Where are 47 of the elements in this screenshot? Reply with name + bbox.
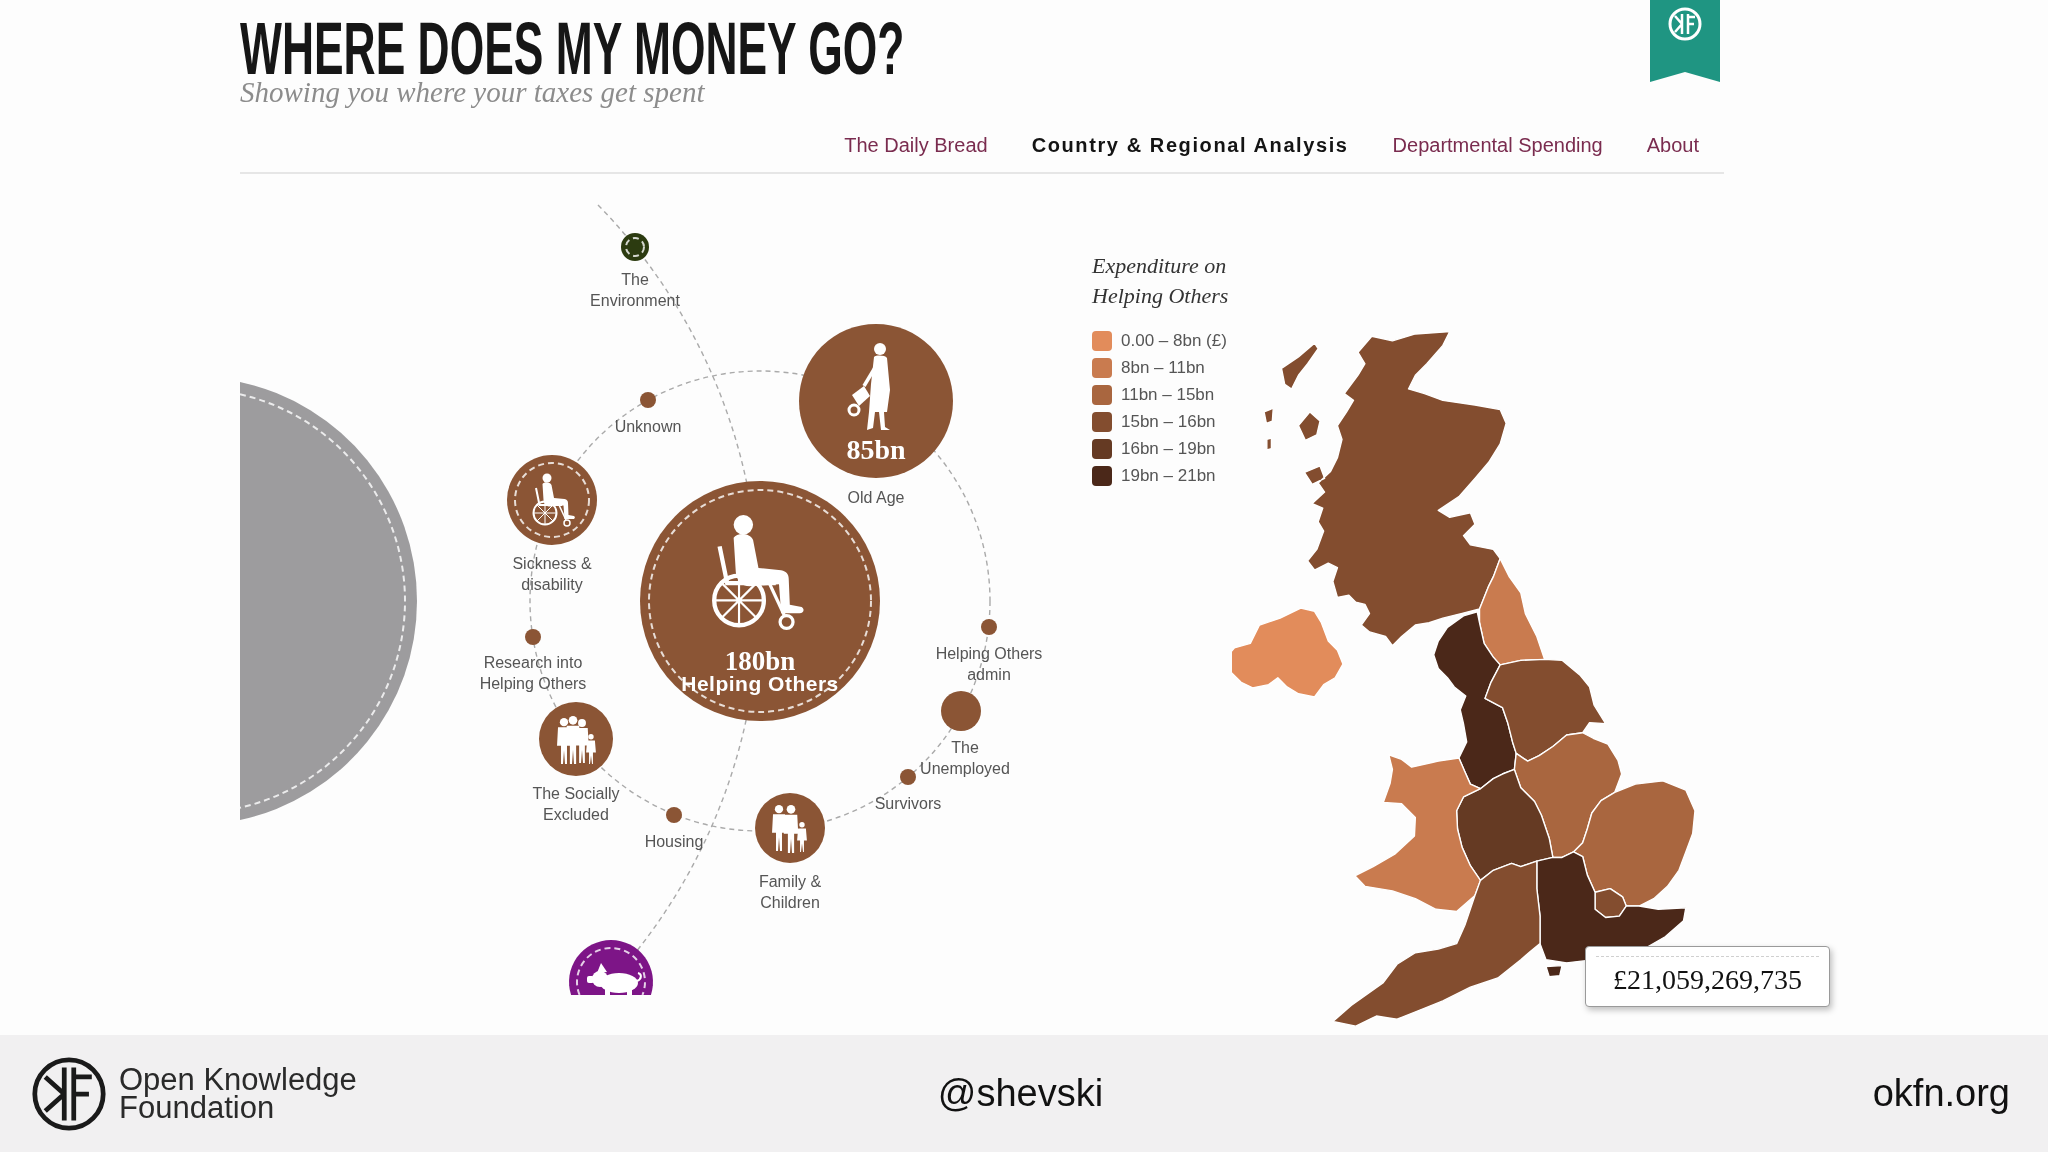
- legend-label: 11bn – 15bn: [1121, 384, 1215, 405]
- legend-label: 19bn – 21bn: [1121, 465, 1216, 486]
- amount-label: 180bn: [724, 648, 796, 674]
- legend-label: 15bn – 16bn: [1121, 411, 1216, 432]
- map-region[interactable]: [1455, 768, 1554, 882]
- map-region[interactable]: [1263, 330, 1507, 647]
- legend-label: 0.00 – 8bn (£): [1121, 330, 1227, 351]
- category-label: Family & Children: [757, 872, 823, 913]
- nav-link[interactable]: Departmental Spending: [1392, 133, 1603, 157]
- category-label: Research into Helping Others: [478, 653, 588, 694]
- map-region[interactable]: [1433, 611, 1517, 790]
- category-label: Housing: [643, 832, 705, 852]
- organisation-name: Open Knowledge Foundation: [119, 1065, 358, 1122]
- legend-label: 16bn – 19bn: [1121, 438, 1216, 459]
- elderly-person-with-trolley-icon: [847, 343, 890, 430]
- site-tagline: Showing you where your taxes get spent: [240, 78, 705, 106]
- nav-link[interactable]: Country & Regional Analysis: [1031, 133, 1349, 157]
- map-region[interactable]: [1478, 557, 1546, 666]
- category-label: Unknown: [613, 417, 683, 437]
- category-label: Old Age: [846, 488, 906, 508]
- wheelchair-user-icon: [712, 515, 804, 631]
- legend-title: Expenditure on Helping Others: [1092, 252, 1230, 310]
- nav-link[interactable]: About: [1646, 133, 1699, 157]
- category-label: Helping Others: [681, 674, 839, 694]
- map-region[interactable]: [1332, 860, 1541, 1027]
- value-tooltip: £21,059,269,735: [1585, 946, 1830, 1007]
- wheelchair-user-icon: [532, 473, 575, 527]
- category-label: Survivors: [873, 794, 943, 814]
- category-label: The Unemployed: [919, 738, 1011, 779]
- nav-link[interactable]: The Daily Bread: [844, 133, 988, 157]
- legend-label: 8bn – 11bn: [1121, 357, 1205, 378]
- category-label: The Environment: [589, 270, 681, 311]
- logo-icon: [31, 1055, 107, 1132]
- family-icon: [772, 805, 807, 853]
- social-handle: @shevski: [937, 1072, 1104, 1115]
- amount-label: 85bn: [846, 437, 906, 463]
- map-region[interactable]: [1484, 658, 1607, 762]
- category-label: The Socially Excluded: [531, 784, 621, 825]
- category-label: Helping Others admin: [934, 644, 1044, 685]
- map-region[interactable]: [1572, 780, 1696, 907]
- site-title: WHERE DOES MY MONEY GO?: [240, 20, 905, 78]
- logo-ribbon-icon[interactable]: [1650, 0, 1720, 82]
- group-of-people-icon: [557, 716, 596, 764]
- category-label: Sickness & disability: [511, 554, 593, 595]
- map-region[interactable]: [1354, 754, 1482, 913]
- map-region[interactable]: [1513, 732, 1623, 859]
- website-address: okfn.org: [1872, 1072, 2010, 1115]
